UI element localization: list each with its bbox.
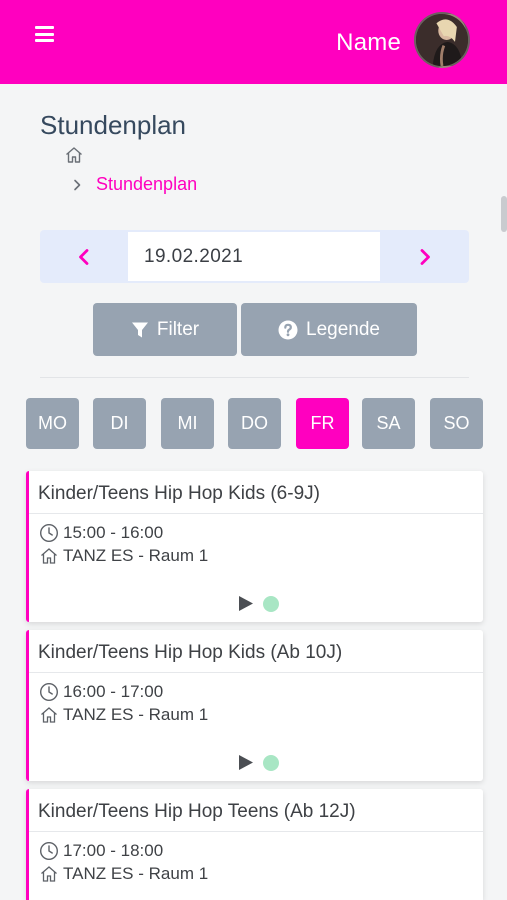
- day-button-sa[interactable]: SA: [362, 398, 415, 449]
- class-actions: [238, 754, 279, 771]
- class-room: TANZ ES - Raum 1: [63, 863, 209, 883]
- play-icon[interactable]: [238, 754, 254, 771]
- class-room-row: TANZ ES - Raum 1: [29, 862, 483, 885]
- home-icon: [41, 865, 57, 882]
- home-icon: [41, 706, 57, 723]
- menu-icon[interactable]: [35, 26, 54, 42]
- class-time: 17:00 - 18:00: [63, 840, 164, 860]
- legend-button[interactable]: Legende: [241, 303, 417, 356]
- class-actions: [238, 595, 279, 612]
- chevron-right-icon: [74, 179, 81, 190]
- page-title: Stundenplan: [40, 110, 187, 140]
- class-time: 15:00 - 16:00: [63, 522, 164, 542]
- filter-icon: [131, 322, 148, 337]
- class-time-row: 15:00 - 16:00: [29, 521, 483, 544]
- day-button-so[interactable]: SO: [430, 398, 483, 449]
- divider: [40, 377, 469, 378]
- class-card[interactable]: Kinder/Teens Hip Hop Kids (Ab 10J) 16:00…: [26, 630, 483, 781]
- user-name[interactable]: Name: [336, 29, 401, 57]
- legend-label: Legende: [306, 318, 380, 340]
- status-dot: [263, 754, 279, 771]
- clock-icon: [39, 682, 59, 701]
- breadcrumb-current[interactable]: Stundenplan: [96, 174, 197, 195]
- play-icon[interactable]: [238, 595, 254, 612]
- class-time-row: 17:00 - 18:00: [29, 839, 483, 862]
- class-room: TANZ ES - Raum 1: [63, 704, 209, 724]
- chevron-left-icon: [79, 248, 89, 265]
- breadcrumb: Stundenplan: [70, 174, 197, 195]
- top-bar: Name: [0, 0, 507, 84]
- scrollbar[interactable]: [501, 196, 507, 232]
- avatar[interactable]: [414, 12, 470, 68]
- filter-label: Filter: [156, 318, 200, 340]
- date-input[interactable]: [128, 232, 380, 281]
- filter-button[interactable]: Filter: [93, 303, 237, 356]
- question-circle-icon: [278, 320, 298, 339]
- class-card[interactable]: Kinder/Teens Hip Hop Teens (Ab 12J) 17:0…: [26, 789, 483, 900]
- class-card[interactable]: Kinder/Teens Hip Hop Kids (6-9J) 15:00 -…: [26, 471, 483, 622]
- day-button-fr[interactable]: FR: [296, 398, 349, 449]
- clock-icon: [39, 841, 59, 860]
- home-icon: [41, 547, 57, 564]
- class-title: Kinder/Teens Hip Hop Kids (6-9J): [29, 471, 483, 514]
- class-title: Kinder/Teens Hip Hop Teens (Ab 12J): [29, 789, 483, 832]
- chevron-right-icon: [420, 248, 430, 265]
- date-navigator: [40, 230, 469, 283]
- class-room: TANZ ES - Raum 1: [63, 545, 209, 565]
- day-button-mo[interactable]: MO: [26, 398, 79, 449]
- day-button-mi[interactable]: MI: [161, 398, 214, 449]
- class-time: 16:00 - 17:00: [63, 681, 164, 701]
- class-room-row: TANZ ES - Raum 1: [29, 703, 483, 726]
- class-time-row: 16:00 - 17:00: [29, 680, 483, 703]
- status-dot: [263, 595, 279, 612]
- next-day-button[interactable]: [380, 230, 469, 283]
- day-button-di[interactable]: DI: [93, 398, 146, 449]
- day-button-do[interactable]: DO: [228, 398, 281, 449]
- previous-day-button[interactable]: [40, 230, 128, 283]
- class-title: Kinder/Teens Hip Hop Kids (Ab 10J): [29, 630, 483, 673]
- class-room-row: TANZ ES - Raum 1: [29, 544, 483, 567]
- home-icon[interactable]: [64, 145, 84, 165]
- clock-icon: [39, 523, 59, 542]
